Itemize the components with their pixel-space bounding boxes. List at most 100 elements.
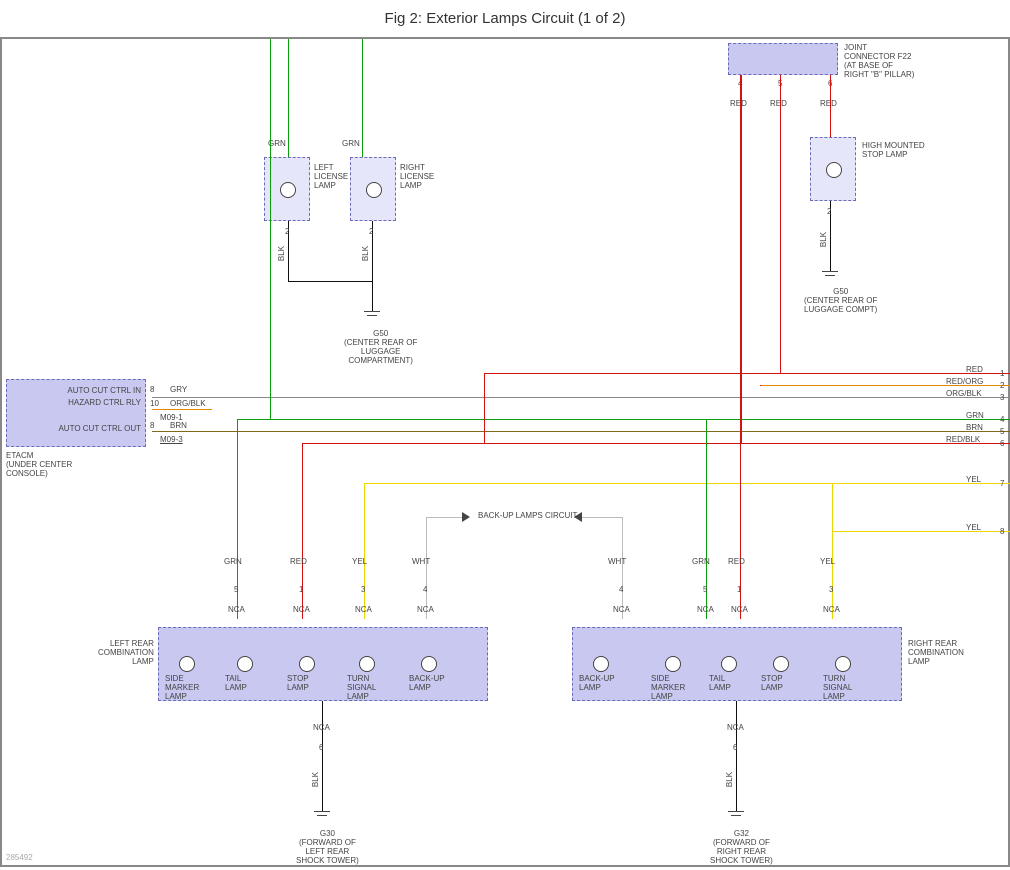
joint-f22-lbl: JOINT CONNECTOR F22 (AT BASE OF RIGHT "B… — [844, 43, 914, 79]
blk-lbl-2: BLK — [361, 246, 370, 261]
wire-wht-rc — [622, 517, 623, 619]
ground-g32 — [728, 811, 744, 823]
g30-lbl: G30 (FORWARD OF LEFT REAR SHOCK TOWER) — [296, 829, 359, 865]
nca-6: NCA — [697, 605, 714, 614]
ground-g50b — [822, 271, 838, 283]
bus-lbl-7: YEL — [966, 475, 981, 484]
blk-g30: BLK — [311, 772, 320, 787]
source-id: 285492 — [6, 853, 33, 862]
high-stop-lbl: HIGH MOUNTED STOP LAMP — [862, 141, 925, 159]
bus-lbl-8: YEL — [966, 523, 981, 532]
component-etacm: AUTO CUT CTRL IN HAZARD CTRL RLY AUTO CU… — [6, 379, 146, 447]
wire-yel-bus7 — [364, 483, 1010, 484]
arrow-right-icon — [462, 512, 470, 522]
component-left-combo: SIDE MARKER LAMP TAIL LAMP STOP LAMP TUR… — [158, 627, 488, 701]
yel-rc-lbl: YEL — [820, 557, 835, 566]
wire-grn-top-2 — [362, 39, 363, 157]
bus-lbl-1: RED — [966, 365, 983, 374]
grn-lc-lbl: GRN — [224, 557, 242, 566]
red-lbl-f2: RED — [770, 99, 787, 108]
rc-lamp-3: STOP LAMP — [761, 674, 783, 692]
nca-5: NCA — [613, 605, 630, 614]
ground-g30 — [314, 811, 330, 823]
component-right-license — [350, 157, 396, 221]
bus-lbl-3: ORG/BLK — [946, 389, 982, 398]
wire-blk-g32 — [736, 701, 737, 811]
left-combo-name: LEFT REAR COMBINATION LAMP — [98, 639, 154, 666]
nca-1: NCA — [228, 605, 245, 614]
wire-yel-lc — [364, 483, 365, 619]
left-license-lbl: LEFT LICENSE LAMP — [314, 163, 348, 190]
wire-red-f5h — [484, 373, 781, 374]
bus-lbl-6: RED/BLK — [946, 435, 980, 444]
etacm-pin-lbl-3: AUTO CUT CTRL OUT — [58, 424, 141, 433]
wire-red-f6 — [830, 75, 831, 137]
red-rc-lbl: RED — [728, 557, 745, 566]
nca-7: NCA — [731, 605, 748, 614]
nca-3: NCA — [355, 605, 372, 614]
wire-orgblk-etacm — [152, 409, 212, 410]
red-lc-lbl: RED — [290, 557, 307, 566]
bus-num-1: 1 — [1000, 369, 1004, 378]
wire-redblk-bus6 — [302, 443, 1010, 444]
bus-num-3: 3 — [1000, 393, 1004, 402]
component-high-stop — [810, 137, 856, 201]
ground-g50 — [364, 311, 380, 323]
nca-2: NCA — [293, 605, 310, 614]
wire-wht-arrowL — [426, 517, 462, 518]
wire-grn-lc-top — [270, 39, 271, 419]
wire-blk-g30 — [322, 701, 323, 811]
wire-grn-top-1 — [288, 39, 289, 157]
blk-g32: BLK — [725, 772, 734, 787]
bus-num-7: 7 — [1000, 479, 1004, 488]
grn-lbl-2: GRN — [342, 139, 360, 148]
wire-lbl-orgblk: ORG/BLK — [170, 399, 206, 408]
nca-g30: NCA — [313, 723, 330, 732]
lc-lamp-3: TURN SIGNAL LAMP — [347, 674, 376, 701]
etacm-pin-8a: 8 — [150, 385, 154, 394]
bus-lbl-5: BRN — [966, 423, 983, 432]
lc-lamp-1: TAIL LAMP — [225, 674, 247, 692]
etacm-pin-10: 10 — [150, 399, 159, 408]
nca-8: NCA — [823, 605, 840, 614]
red-lbl-f3: RED — [820, 99, 837, 108]
blk-lbl-hs: BLK — [819, 232, 828, 247]
etacm-pin-lbl-2: HAZARD CTRL RLY — [68, 398, 141, 407]
rc-lamp-4: TURN SIGNAL LAMP — [823, 674, 852, 701]
bus-num-2: 2 — [1000, 381, 1004, 390]
blk-lbl-1: BLK — [277, 246, 286, 261]
right-combo-name: RIGHT REAR COMBINATION LAMP — [908, 639, 964, 666]
etacm-pin-lbl-1: AUTO CUT CTRL IN — [67, 386, 141, 395]
rc-lamp-1: SIDE MARKER LAMP — [651, 674, 685, 701]
bus-num-5: 5 — [1000, 427, 1004, 436]
g32-lbl: G32 (FORWARD OF RIGHT REAR SHOCK TOWER) — [710, 829, 773, 865]
wire-red-f5 — [780, 75, 781, 373]
wire-blk-join — [288, 281, 373, 282]
nca-g32: NCA — [727, 723, 744, 732]
g50-lbl: G50 (CENTER REAR OF LUGGAGE COMPARTMENT) — [344, 329, 417, 365]
wire-wht-lc — [426, 517, 427, 619]
wiring-diagram: M09-1 M09-3 RED 1 RED/ORG 2 ORG/BLK 3 GR… — [0, 37, 1010, 867]
lc-lamp-4: BACK-UP LAMP — [409, 674, 445, 692]
rc-lamp-0: BACK-UP LAMP — [579, 674, 615, 692]
wire-grn-bus4 — [270, 419, 1010, 420]
wire-orgblk-bus3 — [152, 397, 1010, 398]
yel-lc-lbl: YEL — [352, 557, 367, 566]
lc-lamp-2: STOP LAMP — [287, 674, 309, 692]
wht-lc-lbl: WHT — [412, 557, 430, 566]
bus-num-6: 6 — [1000, 439, 1004, 448]
g50b-lbl: G50 (CENTER REAR OF LUGGAGE COMPT) — [804, 287, 877, 314]
wire-brn-bus5 — [152, 431, 1010, 432]
component-right-combo: BACK-UP LAMP SIDE MARKER LAMP TAIL LAMP … — [572, 627, 902, 701]
nca-4: NCA — [417, 605, 434, 614]
grn-rc-lbl: GRN — [692, 557, 710, 566]
wire-yel-rc — [832, 483, 833, 619]
bus-num-4: 4 — [1000, 415, 1004, 424]
wht-rc-lbl: WHT — [608, 557, 626, 566]
wire-red-vertjoin — [484, 373, 485, 444]
right-license-lbl: RIGHT LICENSE LAMP — [400, 163, 434, 190]
red-lbl-f1: RED — [730, 99, 747, 108]
wire-lbl-gry: GRY — [170, 385, 187, 394]
etacm-name: ETACM (UNDER CENTER CONSOLE) — [6, 451, 72, 478]
rc-lamp-2: TAIL LAMP — [709, 674, 731, 692]
